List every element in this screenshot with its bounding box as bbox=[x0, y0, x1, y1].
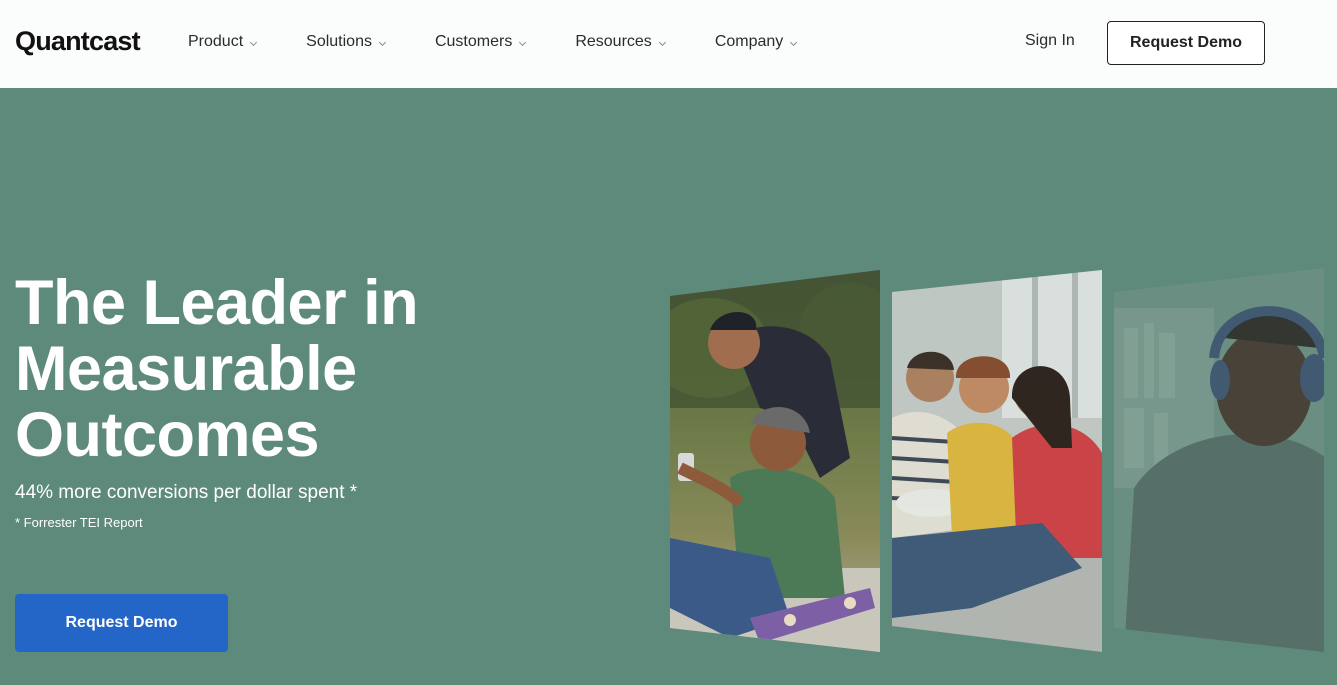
nav-item-label: Product bbox=[188, 33, 244, 50]
hero-heading-line: The Leader in bbox=[15, 268, 419, 338]
nav-item-resources[interactable]: Resources bbox=[575, 33, 666, 51]
nav-item-solutions[interactable]: Solutions bbox=[306, 33, 387, 51]
quantcast-logo[interactable]: Quantcast bbox=[15, 26, 141, 57]
nav-item-label: Solutions bbox=[306, 33, 372, 50]
hero-heading-line: Measurable bbox=[15, 334, 357, 404]
request-demo-header-button[interactable]: Request Demo bbox=[1107, 21, 1265, 65]
top-navigation-bar: Quantcast Product Solutions Customers Re… bbox=[0, 0, 1337, 88]
main-nav: Product Solutions Customers Resources Co… bbox=[188, 33, 798, 51]
chevron-down-icon bbox=[790, 38, 798, 46]
photo-panel-family bbox=[892, 268, 1104, 654]
nav-item-company[interactable]: Company bbox=[714, 33, 798, 51]
sign-in-link[interactable]: Sign In bbox=[1025, 32, 1075, 50]
hero-subtitle: 44% more conversions per dollar spent * bbox=[15, 482, 358, 503]
chevron-down-icon bbox=[519, 38, 527, 46]
hero-heading-line: Outcomes bbox=[15, 400, 320, 470]
nav-item-label: Customers bbox=[434, 33, 513, 50]
chevron-down-icon bbox=[378, 38, 387, 46]
nav-item-customers[interactable]: Customers bbox=[434, 33, 527, 51]
request-demo-hero-button[interactable]: Request Demo bbox=[15, 594, 228, 652]
nav-item-product[interactable]: Product bbox=[188, 33, 258, 51]
hero-footnote: * Forrester TEI Report bbox=[15, 515, 143, 530]
chevron-down-icon bbox=[250, 38, 258, 46]
photo-panel-skaters bbox=[670, 268, 882, 654]
nav-item-label: Company bbox=[714, 33, 784, 50]
nav-item-label: Resources bbox=[575, 33, 652, 50]
chevron-down-icon bbox=[658, 38, 666, 46]
photo-panel-headphones bbox=[1114, 268, 1326, 654]
hero-heading: The Leader in Measurable Outcomes bbox=[15, 270, 535, 468]
